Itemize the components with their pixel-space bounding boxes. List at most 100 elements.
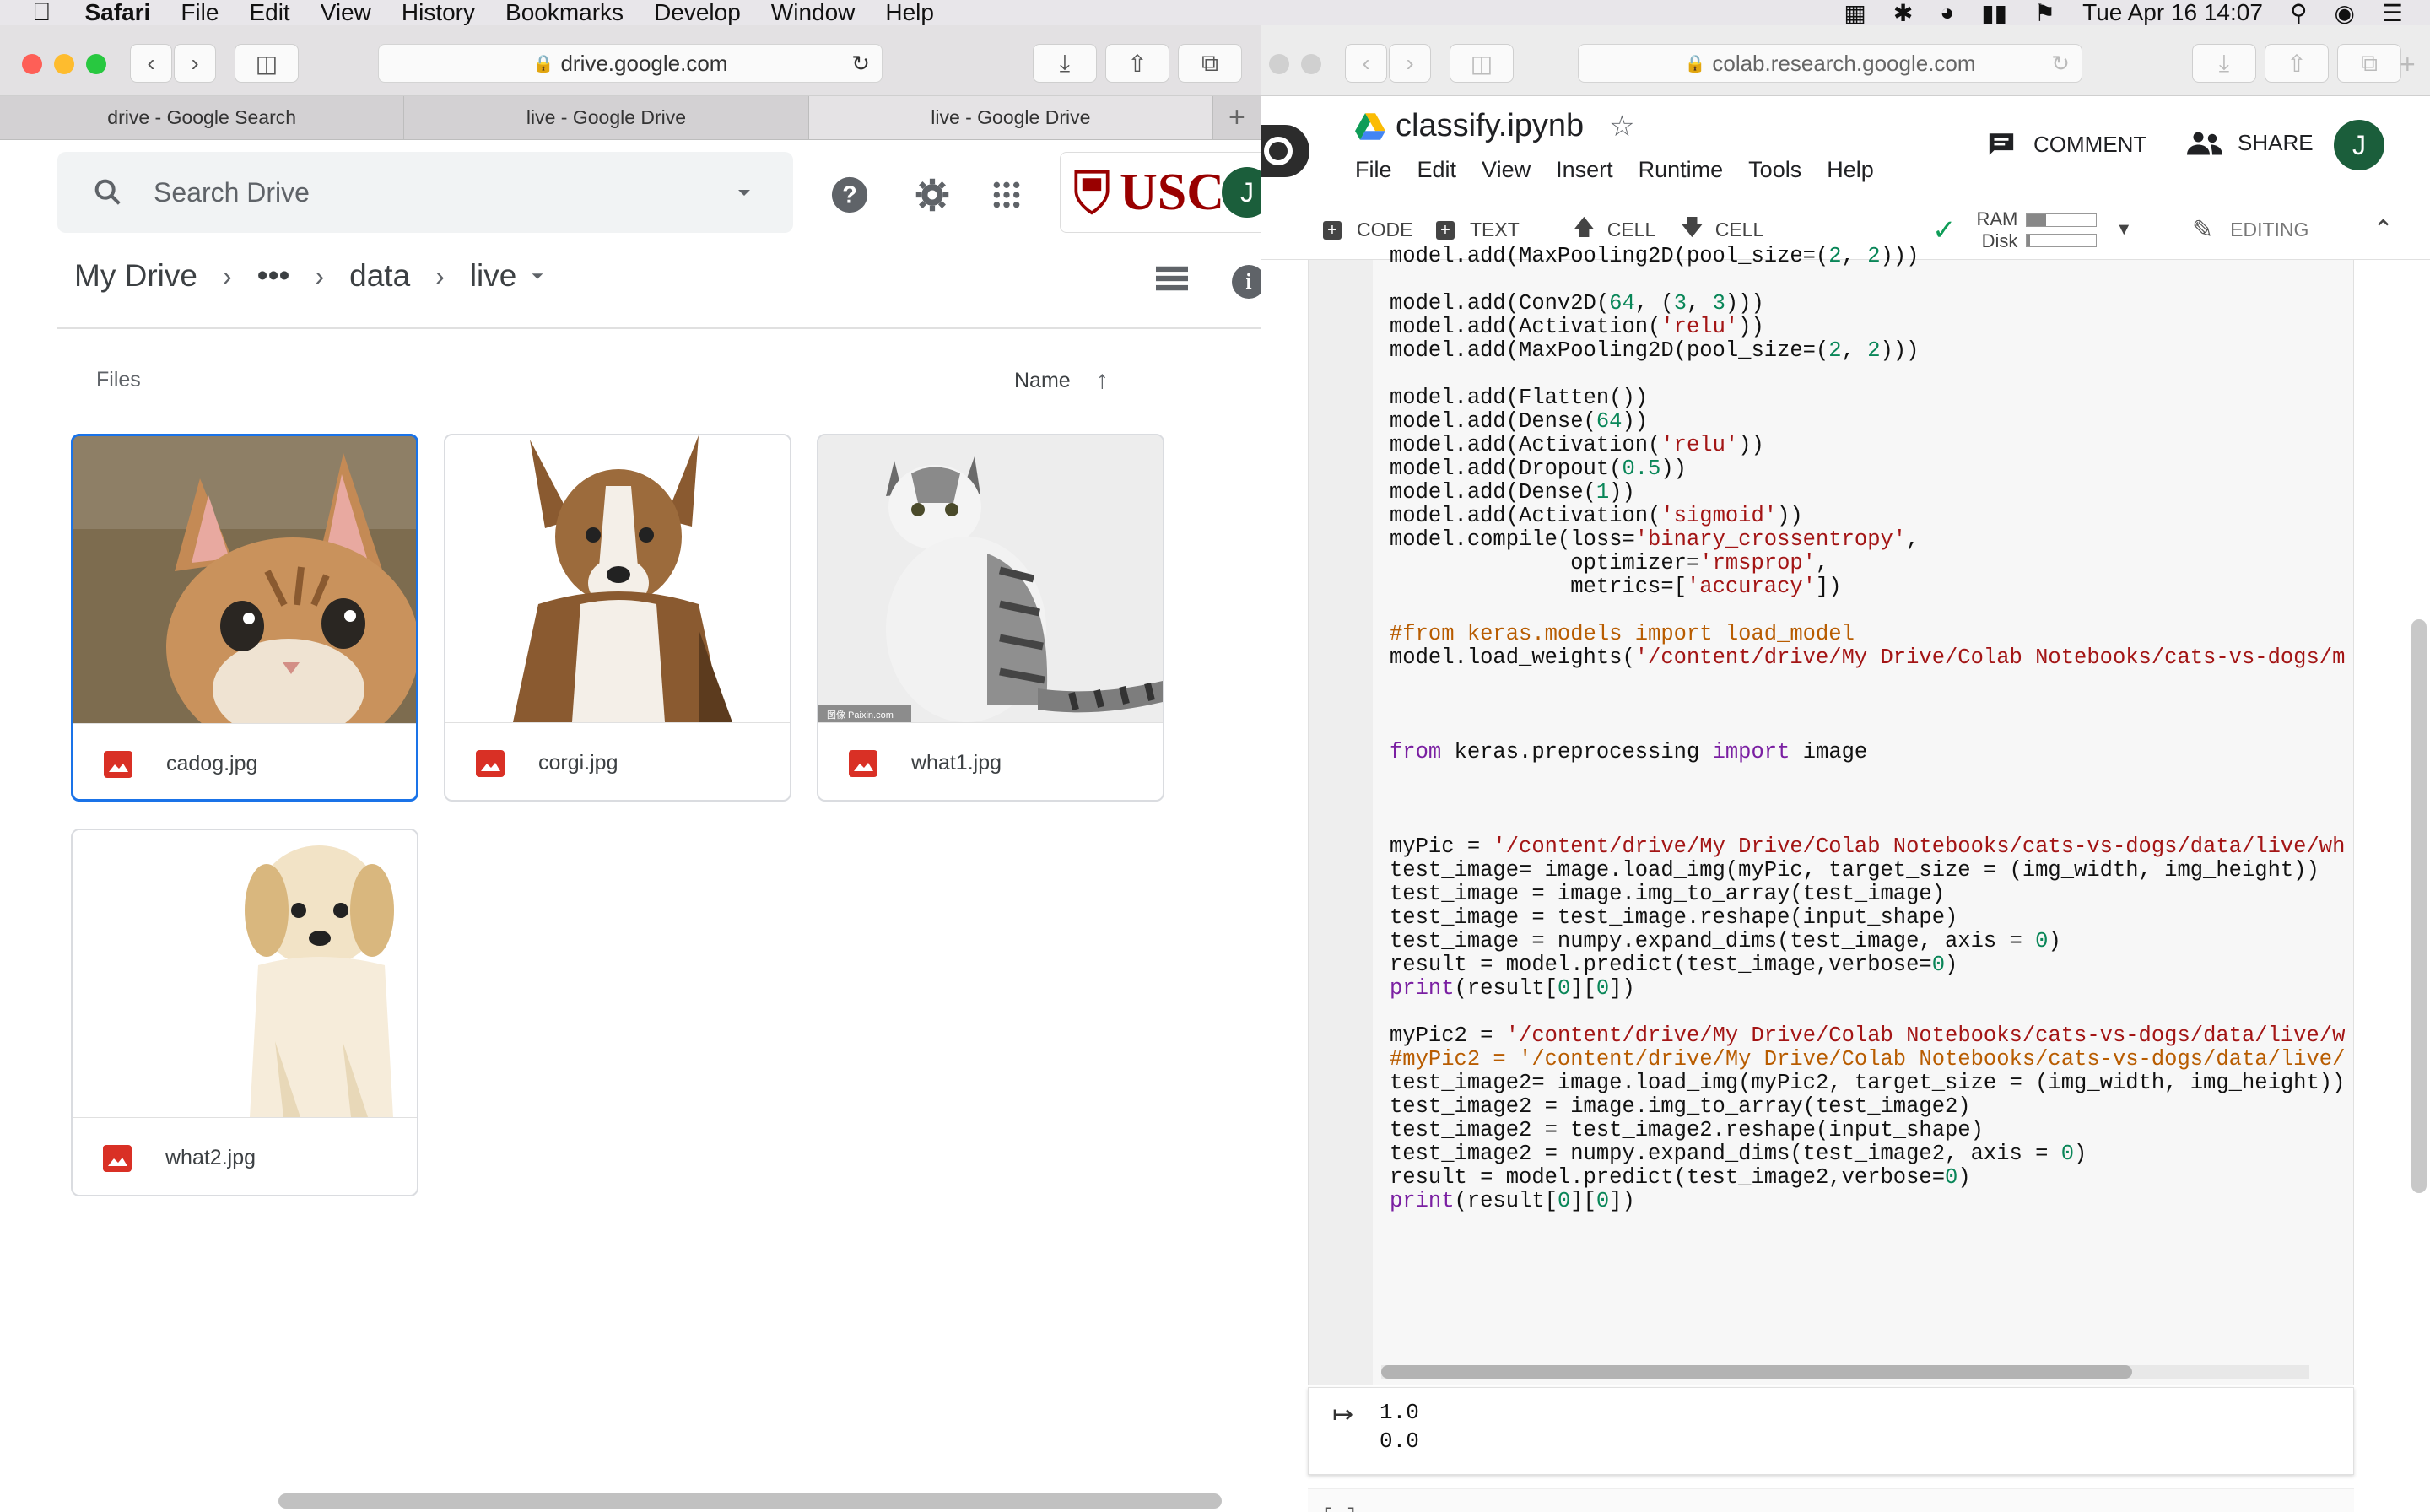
- battery-icon[interactable]: ▮▮: [1981, 0, 2007, 27]
- tabs-overview-icon[interactable]: ⧉: [2337, 44, 2401, 83]
- move-cell-up-label: CELL: [1606, 219, 1656, 240]
- grid-icon[interactable]: ▦: [1844, 0, 1866, 27]
- new-tab-button[interactable]: +: [1213, 96, 1261, 139]
- image-file-icon: [104, 750, 132, 778]
- new-tab-icon[interactable]: +: [2400, 49, 2416, 80]
- empty-code-cell[interactable]: [ ]: [1308, 1488, 2354, 1512]
- sort-by-name[interactable]: Name ↑: [1014, 366, 1109, 395]
- collapse-header-icon[interactable]: ⌃: [2373, 215, 2394, 245]
- search-input[interactable]: Search Drive: [154, 177, 310, 208]
- tabs-overview-icon[interactable]: ⧉: [1178, 44, 1242, 83]
- close-window-icon[interactable]: [22, 54, 42, 74]
- notebook-name[interactable]: classify.ipynb: [1396, 108, 1584, 144]
- sidebar-toggle-icon[interactable]: ◫: [235, 44, 299, 83]
- close-window-icon[interactable]: [1269, 54, 1289, 74]
- colab-menu-help[interactable]: Help: [1827, 157, 1874, 183]
- forward-icon[interactable]: ›: [1389, 44, 1431, 83]
- code-horizontal-scrollbar[interactable]: [1381, 1365, 2309, 1379]
- minimize-window-icon[interactable]: [54, 54, 74, 74]
- settings-gear-icon[interactable]: [911, 174, 953, 216]
- move-cell-down-button[interactable]: 🡇 CELL: [1681, 212, 1763, 249]
- address-text: drive.google.com: [560, 50, 728, 76]
- cell-run-indicator[interactable]: [ ]: [1321, 1506, 1358, 1512]
- reload-icon[interactable]: ↻: [2051, 51, 2070, 77]
- folder-dropdown-icon[interactable]: [528, 267, 547, 285]
- breadcrumb-live[interactable]: live: [470, 258, 517, 294]
- account-avatar[interactable]: J: [2334, 120, 2384, 170]
- colab-menu-view[interactable]: View: [1482, 157, 1531, 183]
- menu-file[interactable]: File: [181, 0, 219, 26]
- help-icon[interactable]: ?: [829, 174, 871, 216]
- search-drive-box[interactable]: Search Drive: [57, 152, 793, 233]
- minimize-window-icon[interactable]: [1301, 54, 1321, 74]
- spotlight-icon[interactable]: ⚲: [2290, 0, 2308, 27]
- breadcrumb-more[interactable]: •••: [257, 258, 290, 294]
- search-options-dropdown-icon[interactable]: [734, 182, 754, 202]
- tab-live-google-drive-1[interactable]: live - Google Drive: [404, 96, 809, 139]
- colab-menu-insert[interactable]: Insert: [1556, 157, 1613, 183]
- output-icon[interactable]: ↦: [1332, 1400, 1353, 1429]
- resources-dropdown-icon[interactable]: ▼: [2115, 220, 2132, 240]
- sidebar-toggle-icon[interactable]: ◫: [1450, 44, 1514, 83]
- colab-menu-runtime[interactable]: Runtime: [1639, 157, 1724, 183]
- address-bar[interactable]: 🔒 drive.google.com ↻: [378, 44, 883, 83]
- zoom-window-icon[interactable]: [86, 54, 106, 74]
- reload-icon[interactable]: ↻: [851, 51, 870, 77]
- menu-help[interactable]: Help: [885, 0, 934, 26]
- back-icon[interactable]: ‹: [1345, 44, 1387, 83]
- menu-window[interactable]: Window: [771, 0, 856, 26]
- share-button[interactable]: SHARE: [2187, 130, 2314, 156]
- apps-grid-icon[interactable]: [986, 174, 1028, 216]
- share-icon[interactable]: ⇧: [2265, 44, 2329, 83]
- bluetooth-icon[interactable]: ✱: [1893, 0, 1913, 27]
- list-view-icon[interactable]: [1156, 265, 1188, 296]
- breadcrumb-data[interactable]: data: [349, 258, 410, 294]
- arrow-up-icon[interactable]: ↑: [1096, 366, 1109, 395]
- editing-mode-button[interactable]: ✎ EDITING: [2192, 215, 2308, 245]
- notification-center-icon[interactable]: ☰: [2382, 0, 2403, 27]
- file-card[interactable]: what2.jpg: [71, 829, 418, 1196]
- downloads-icon[interactable]: ⤓: [2192, 44, 2256, 83]
- notebook-vertical-scrollbar[interactable]: [2411, 619, 2427, 1193]
- code-cell[interactable]: model.add(MaxPooling2D(pool_size=(2, 2))…: [1308, 245, 2354, 1385]
- colab-menu-edit[interactable]: Edit: [1418, 157, 1457, 183]
- back-icon[interactable]: ‹: [130, 44, 172, 83]
- siri-icon[interactable]: ◉: [2334, 0, 2354, 27]
- address-bar[interactable]: 🔒 colab.research.google.com ↻: [1578, 44, 2082, 83]
- details-info-icon[interactable]: i: [1232, 265, 1261, 299]
- ram-usage-bar: [2026, 213, 2098, 227]
- colab-menu-file[interactable]: File: [1355, 157, 1392, 183]
- menu-view[interactable]: View: [321, 0, 371, 26]
- tab-live-google-drive-2[interactable]: live - Google Drive: [808, 96, 1213, 139]
- colab-logo[interactable]: [1261, 125, 1310, 177]
- file-card[interactable]: corgi.jpg: [444, 434, 791, 802]
- menu-app[interactable]: Safari: [85, 0, 151, 26]
- tab-drive-google-search[interactable]: drive - Google Search: [0, 96, 405, 139]
- star-icon[interactable]: ☆: [1609, 110, 1634, 143]
- share-icon[interactable]: ⇧: [1105, 44, 1169, 83]
- breadcrumb-my-drive[interactable]: My Drive: [74, 258, 197, 294]
- wifi-icon[interactable]: ◕: [1940, 0, 1954, 26]
- move-cell-up-button[interactable]: 🡅 CELL: [1573, 212, 1655, 249]
- clock[interactable]: Tue Apr 16 14:07: [2082, 0, 2263, 26]
- colab-menu-tools[interactable]: Tools: [1748, 157, 1801, 183]
- flag-icon[interactable]: ⚑: [2034, 0, 2055, 27]
- menu-history[interactable]: History: [402, 0, 475, 26]
- file-card[interactable]: cadog.jpg: [71, 434, 418, 802]
- menu-develop[interactable]: Develop: [654, 0, 741, 26]
- downloads-icon[interactable]: ⤓: [1033, 44, 1097, 83]
- add-code-button[interactable]: + CODE: [1323, 219, 1412, 241]
- file-card[interactable]: 图像 Paixin.com what1.jpg: [817, 434, 1164, 802]
- apple-menu-icon[interactable]: : [32, 0, 51, 27]
- add-text-button[interactable]: + TEXT: [1436, 219, 1520, 241]
- file-name: what2.jpg: [165, 1146, 256, 1169]
- menu-edit[interactable]: Edit: [249, 0, 289, 26]
- code-editor[interactable]: model.add(MaxPooling2D(pool_size=(2, 2))…: [1390, 245, 2345, 1213]
- menu-bookmarks[interactable]: Bookmarks: [505, 0, 624, 26]
- forward-icon[interactable]: ›: [174, 44, 216, 83]
- macos-menubar:  Safari File Edit View History Bookmark…: [0, 0, 2430, 27]
- code-scroll-thumb[interactable]: [1381, 1365, 2132, 1379]
- sort-label: Name: [1014, 368, 1071, 392]
- comment-button[interactable]: COMMENT: [1986, 130, 2146, 159]
- horizontal-scrollbar[interactable]: [278, 1493, 1222, 1509]
